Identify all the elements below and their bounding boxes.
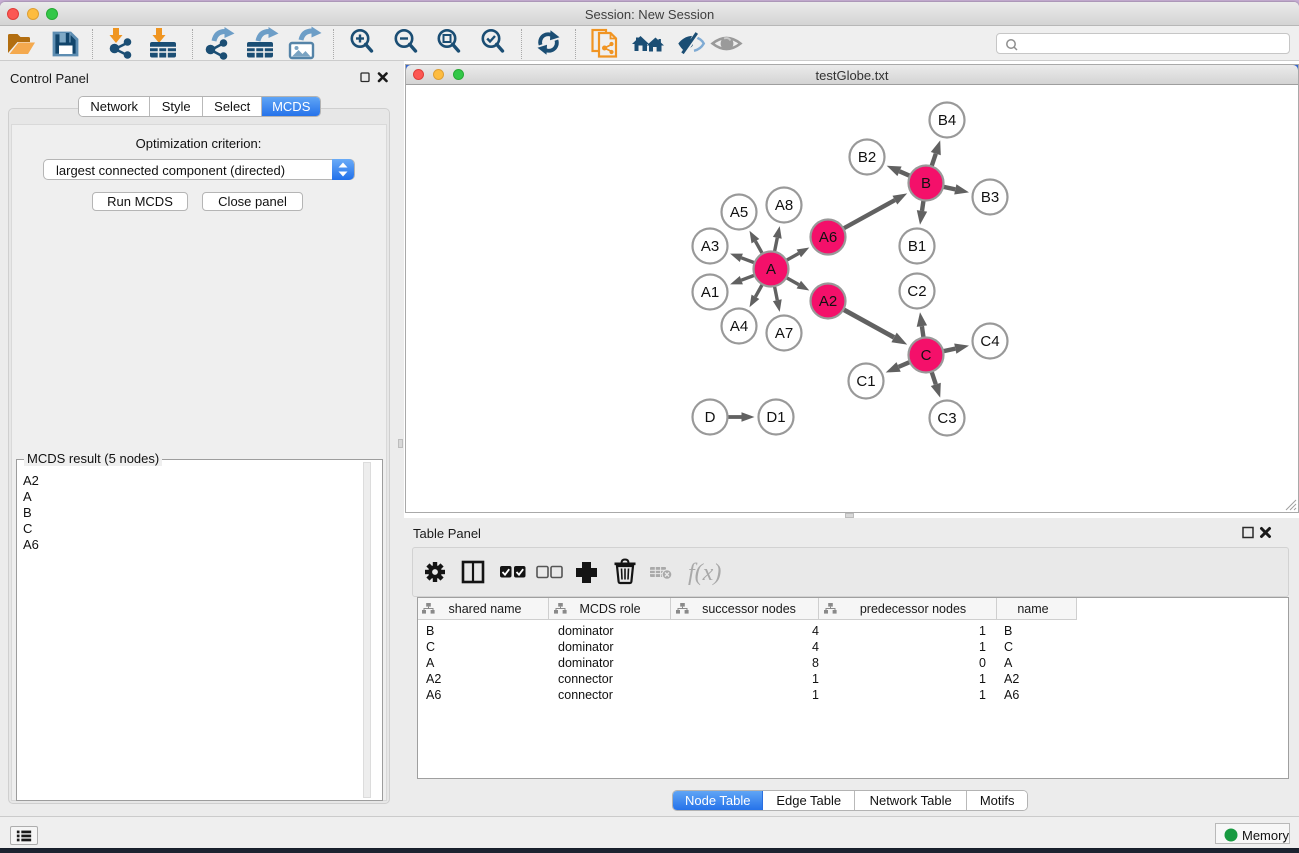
svg-text:A7: A7 — [775, 325, 793, 342]
svg-text:A4: A4 — [730, 318, 748, 335]
svg-text:A8: A8 — [775, 197, 793, 214]
svg-text:A3: A3 — [701, 238, 719, 255]
svg-text:B3: B3 — [981, 189, 999, 206]
svg-text:A2: A2 — [819, 293, 837, 310]
svg-text:B4: B4 — [938, 112, 956, 129]
svg-text:A5: A5 — [730, 204, 748, 221]
svg-text:f(x): f(x) — [688, 560, 721, 586]
svg-text:C2: C2 — [907, 283, 926, 300]
svg-text:B1: B1 — [908, 238, 926, 255]
svg-text:C1: C1 — [856, 373, 875, 390]
svg-text:D: D — [705, 409, 716, 426]
svg-text:C4: C4 — [980, 333, 999, 350]
svg-text:C: C — [921, 347, 932, 364]
svg-text:D1: D1 — [766, 409, 785, 426]
svg-text:B2: B2 — [858, 149, 876, 166]
svg-text:C3: C3 — [937, 410, 956, 427]
svg-text:A: A — [766, 261, 776, 278]
svg-text:A6: A6 — [819, 229, 837, 246]
svg-text:A1: A1 — [701, 284, 719, 301]
svg-text:B: B — [921, 175, 931, 192]
